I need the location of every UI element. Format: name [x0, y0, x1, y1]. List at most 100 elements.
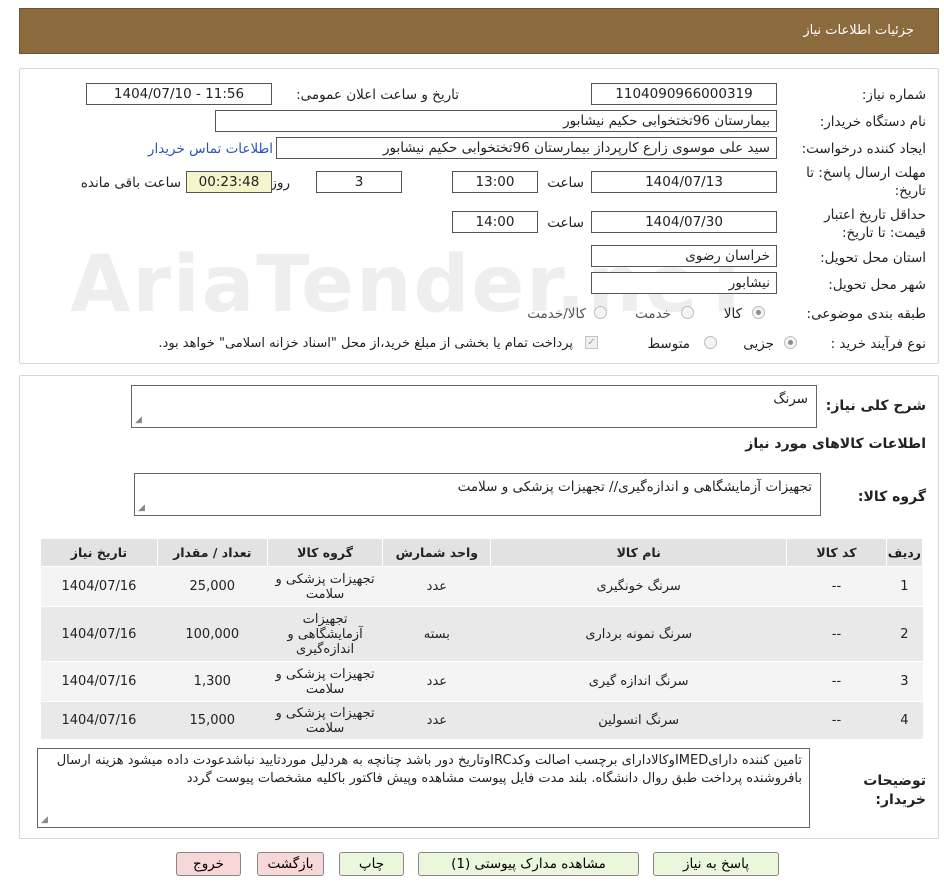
notes-label-line1: توضیحات [863, 773, 926, 789]
treasury-checkbox[interactable]: ✓ [585, 336, 598, 349]
cell-quantity: 15,000 [157, 701, 268, 740]
cell-item-name: سرنگ انسولین [490, 701, 787, 740]
cell-item-name: سرنگ خونگیری [490, 566, 787, 607]
cell-need-date: 1404/07/16 [40, 606, 158, 662]
need-number-field: 1104090966000319 [591, 83, 777, 105]
cell-group: تجهیزات پزشکی و سلامت [267, 661, 383, 702]
group-textarea: تجهیزات آزمایشگاهی و اندازه‌گیری// تجهیز… [134, 473, 821, 516]
cell-quantity: 25,000 [157, 566, 268, 607]
buyer-contact-link[interactable]: اطلاعات تماس خریدار [148, 141, 273, 157]
column-header-item-name: نام کالا [490, 538, 788, 567]
cell-quantity: 100,000 [157, 606, 268, 662]
notes-textarea: تامین کننده دارایIMEDوکالادارای برچسب اص… [37, 748, 810, 828]
table-row: 1 -- سرنگ خونگیری عدد تجهیزات پزشکی و سل… [40, 566, 923, 607]
page-header: جزئیات اطلاعات نیاز [19, 8, 939, 54]
deadline-time-field: 13:00 [452, 171, 538, 193]
cell-need-date: 1404/07/16 [40, 661, 158, 702]
items-section-title: اطلاعات کالاهای مورد نیاز [745, 436, 926, 452]
validity-date-field: 1404/07/30 [591, 211, 777, 233]
city-label: شهر محل تحویل: [828, 277, 926, 293]
process-label: نوع فرآیند خرید : [830, 336, 926, 352]
cell-unit: عدد [382, 701, 491, 740]
category-option-goods: کالا [723, 306, 742, 322]
deadline-label-line1: مهلت ارسال پاسخ: تا [806, 165, 926, 181]
category-radio-goods-service[interactable] [594, 306, 607, 319]
column-header-row-number: ردیف [885, 538, 924, 567]
resize-grip-icon: ◢ [135, 415, 142, 425]
remaining-time-field: 00:23:48 [186, 171, 272, 193]
description-label: شرح کلی نیاز: [825, 398, 926, 414]
view-attachments-button[interactable]: مشاهده مدارک پیوستی (1) [418, 852, 639, 876]
cell-unit: عدد [382, 661, 491, 702]
column-header-unit: واحد شمارش [382, 538, 492, 567]
column-header-quantity: تعداد / مقدار [156, 538, 268, 567]
category-option-service: خدمت [635, 306, 671, 322]
creator-field: سید علی موسوی زارع کارپرداز بیمارستان 96… [276, 137, 777, 159]
cell-unit: عدد [382, 566, 491, 607]
cell-group: تجهیزات پزشکی و سلامت [267, 701, 383, 740]
deadline-date-field: 1404/07/13 [591, 171, 777, 193]
process-option-minor: جزیی [743, 336, 774, 352]
treasury-payment-note: پرداخت تمام یا بخشی از مبلغ خرید،از محل … [158, 336, 573, 351]
back-button[interactable]: بازگشت [257, 852, 324, 876]
province-label: استان محل تحویل: [820, 250, 926, 266]
deadline-label-line2: تاریخ: [894, 183, 926, 199]
validity-label-line2: قیمت: تا تاریخ: [842, 225, 926, 241]
process-radio-minor[interactable] [784, 336, 797, 349]
announce-field: 1404/07/10 - 11:56 [86, 83, 272, 105]
process-radio-medium[interactable] [704, 336, 717, 349]
category-radio-service[interactable] [681, 306, 694, 319]
days-field: 3 [316, 171, 402, 193]
creator-label: ایجاد کننده درخواست: [801, 141, 926, 157]
cell-need-date: 1404/07/16 [40, 566, 158, 607]
cell-need-date: 1404/07/16 [40, 701, 158, 740]
column-header-need-date: تاریخ نیاز [40, 538, 158, 567]
city-field: نیشابور [591, 272, 777, 294]
deadline-time-label: ساعت [547, 175, 584, 191]
need-number-label: شماره نیاز: [861, 87, 926, 103]
buyer-label: نام دستگاه خریدار: [819, 114, 926, 130]
cell-row-number: 2 [886, 606, 923, 662]
table-row: 4 -- سرنگ انسولین عدد تجهیزات پزشکی و سل… [40, 701, 923, 740]
cell-unit: بسته [382, 606, 491, 662]
table-header-row: ردیف کد کالا نام کالا واحد شمارش گروه کا… [40, 538, 924, 567]
table-row: 3 -- سرنگ اندازه گیری عدد تجهیزات پزشکی … [40, 661, 923, 702]
cell-row-number: 1 [886, 566, 923, 607]
validity-time-field: 14:00 [452, 211, 538, 233]
cell-group: تجهیزات آزمایشگاهی و اندازه‌گیری [267, 606, 383, 662]
cell-item-code: -- [786, 701, 887, 740]
group-value: تجهیزات آزمایشگاهی و اندازه‌گیری// تجهیز… [457, 479, 812, 495]
reply-button[interactable]: پاسخ به نیاز [653, 852, 779, 876]
announce-label: تاریخ و ساعت اعلان عمومی: [296, 87, 459, 103]
category-option-goods-service: کالا/خدمت [527, 306, 586, 322]
description-value: سرنگ [773, 391, 808, 407]
cell-item-code: -- [786, 566, 887, 607]
validity-time-label: ساعت [547, 215, 584, 231]
validity-label-line1: حداقل تاریخ اعتبار [824, 207, 926, 223]
page-title: جزئیات اطلاعات نیاز [803, 23, 914, 38]
table-row: 2 -- سرنگ نمونه برداری بسته تجهیزات آزما… [40, 606, 923, 662]
notes-value: تامین کننده دارایIMEDوکالادارای برچسب اص… [56, 753, 802, 786]
resize-grip-icon: ◢ [138, 503, 145, 513]
description-textarea: سرنگ ◢ [131, 385, 817, 428]
exit-button[interactable]: خروج [176, 852, 241, 876]
category-radio-goods[interactable] [752, 306, 765, 319]
province-field: خراسان رضوی [591, 245, 777, 267]
cell-row-number: 3 [886, 661, 923, 702]
cell-group: تجهیزات پزشکی و سلامت [267, 566, 383, 607]
cell-quantity: 1,300 [157, 661, 268, 702]
group-label: گروه کالا: [857, 489, 926, 505]
process-option-medium: متوسط [647, 336, 690, 352]
cell-item-name: سرنگ اندازه گیری [490, 661, 787, 702]
items-table: ردیف کد کالا نام کالا واحد شمارش گروه کا… [40, 538, 924, 740]
column-header-item-code: کد کالا [786, 538, 887, 567]
notes-label-line2: خریدار: [875, 792, 926, 808]
buyer-field: بیمارستان 96تختخوابی حکیم نیشابور [215, 110, 777, 132]
column-header-group: گروه کالا [266, 538, 384, 567]
remaining-label: ساعت باقی مانده [80, 175, 181, 191]
cell-row-number: 4 [886, 701, 923, 740]
cell-item-code: -- [786, 606, 887, 662]
cell-item-code: -- [786, 661, 887, 702]
print-button[interactable]: چاپ [339, 852, 404, 876]
category-label: طبقه بندی موضوعی: [806, 306, 926, 322]
